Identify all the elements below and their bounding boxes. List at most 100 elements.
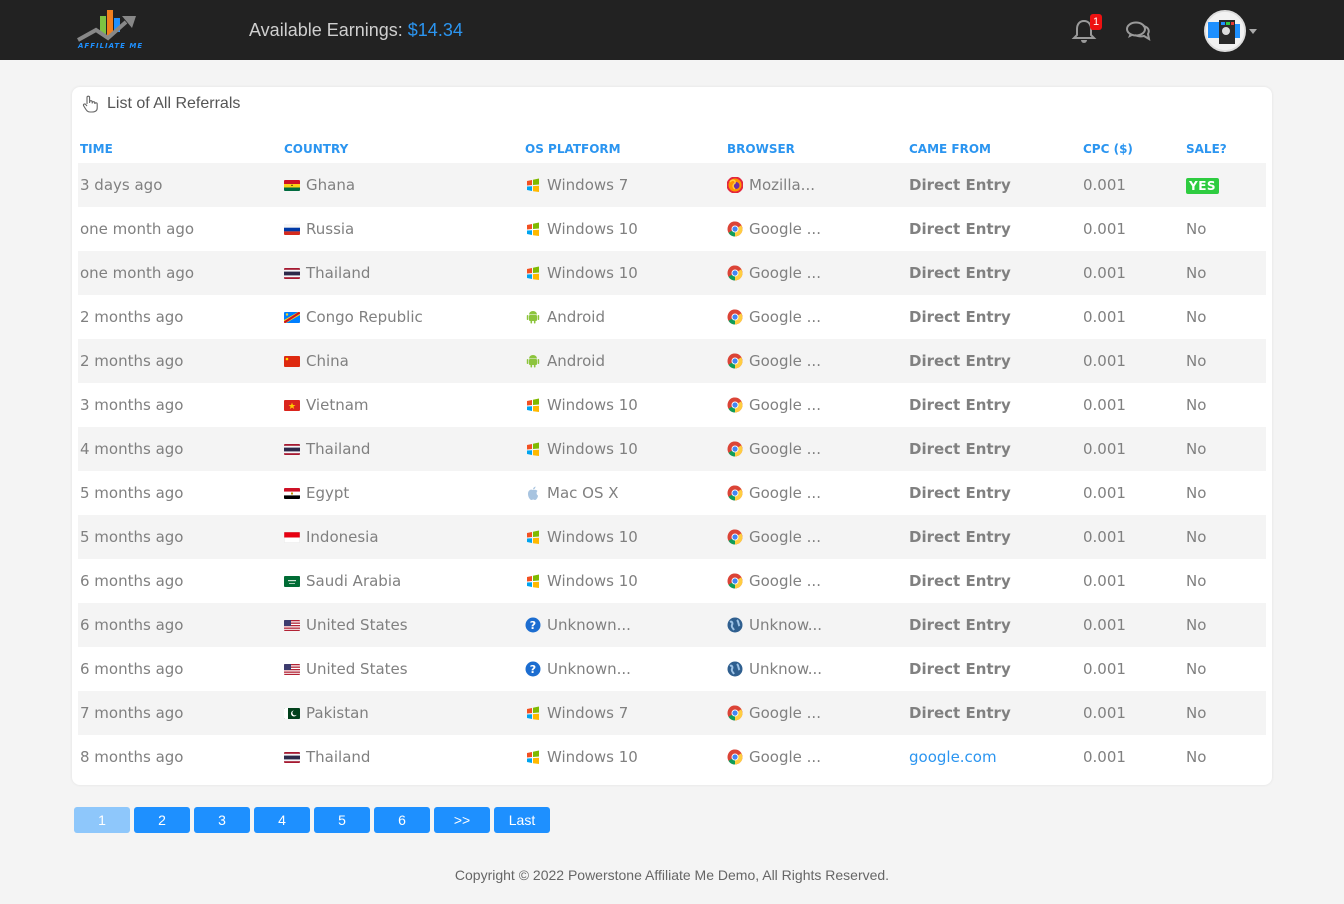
- os-name: Windows 10: [547, 396, 638, 414]
- country-wrap: Indonesia: [284, 528, 521, 546]
- page-2-button[interactable]: 2: [134, 807, 190, 833]
- country-cell: Ghana: [282, 163, 523, 207]
- browser-wrap: Google ...: [727, 396, 905, 414]
- table-row[interactable]: 5 months ago Indonesia Windows 10 Google ..…: [78, 515, 1266, 559]
- browser-name: Google ...: [749, 440, 821, 458]
- os-cell: Windows 10: [523, 427, 725, 471]
- country-wrap: Thailand: [284, 748, 521, 766]
- time-text: 4 months ago: [80, 440, 184, 458]
- came-from-cell: Direct Entry: [907, 339, 1081, 383]
- table-row[interactable]: 7 months ago Pakistan Windows 7 Google ... D…: [78, 691, 1266, 735]
- browser-name: Google ...: [749, 396, 821, 414]
- browser-cell: Google ...: [725, 471, 907, 515]
- cpc-cell: 0.001: [1081, 559, 1184, 603]
- earnings-label: Available Earnings:: [249, 20, 403, 40]
- country-wrap: Ghana: [284, 176, 521, 194]
- country-cell: United States: [282, 647, 523, 691]
- table-row[interactable]: 5 months ago Egypt Mac OS X Google ... Direc…: [78, 471, 1266, 515]
- browser-wrap: Google ...: [727, 748, 905, 766]
- time-text: 6 months ago: [80, 616, 184, 634]
- cpc-value: 0.001: [1083, 220, 1126, 238]
- column-header-country[interactable]: COUNTRY: [282, 134, 523, 163]
- time-cell: 3 months ago: [78, 383, 282, 427]
- browser-cell: Google ...: [725, 207, 907, 251]
- came-from-cell: Direct Entry: [907, 471, 1081, 515]
- browser-name: Google ...: [749, 484, 821, 502]
- column-header-browser[interactable]: BROWSER: [725, 134, 907, 163]
- table-row[interactable]: 6 months ago United States? Unknown... Unk…: [78, 647, 1266, 691]
- sale-status: No: [1186, 572, 1207, 590]
- column-header-cpc[interactable]: CPC ($): [1081, 134, 1184, 163]
- table-row[interactable]: 3 months ago Vietnam Windows 10 Google ... D…: [78, 383, 1266, 427]
- user-avatar[interactable]: [1204, 10, 1246, 52]
- caret-down-icon[interactable]: [1249, 29, 1257, 34]
- os-name: Windows 10: [547, 528, 638, 546]
- os-wrap: Windows 10: [525, 440, 723, 458]
- table-body: 3 days ago Ghana Windows 7 Mozilla... Direct…: [78, 163, 1266, 779]
- table-row[interactable]: 6 months ago Saudi Arabia Windows 10 Google…: [78, 559, 1266, 603]
- country-wrap: Russia: [284, 220, 521, 238]
- cpc-cell: 0.001: [1081, 691, 1184, 735]
- browser-wrap: Google ...: [727, 572, 905, 590]
- country-cell: China: [282, 339, 523, 383]
- time-cell: 2 months ago: [78, 339, 282, 383]
- column-header-time[interactable]: TIME: [78, 134, 282, 163]
- table-row[interactable]: 2 months ago Congo Republic Android Google …: [78, 295, 1266, 339]
- os-wrap: Android: [525, 352, 723, 370]
- column-header-sale[interactable]: SALE?: [1184, 134, 1266, 163]
- table-row[interactable]: one month ago Thailand Windows 10 Google ..…: [78, 251, 1266, 295]
- svg-text:?: ?: [530, 619, 536, 632]
- sale-cell: No: [1184, 295, 1266, 339]
- messages-button[interactable]: [1125, 18, 1151, 44]
- footer-copyright: Copyright © 2022 Powerstone Affiliate Me…: [454, 867, 890, 883]
- os-cell: ? Unknown...: [523, 647, 725, 691]
- sale-cell: No: [1184, 603, 1266, 647]
- table-row[interactable]: 4 months ago Thailand Windows 10 Google ...…: [78, 427, 1266, 471]
- table-row[interactable]: one month ago Russia Windows 10 Google ... D…: [78, 207, 1266, 251]
- table-row[interactable]: 8 months ago Thailand Windows 10 Google ...…: [78, 735, 1266, 779]
- os-name: Unknown...: [547, 660, 631, 678]
- logo[interactable]: AFFILIATE ME: [76, 8, 144, 52]
- os-wrap: Windows 10: [525, 396, 723, 414]
- table-row[interactable]: 3 days ago Ghana Windows 7 Mozilla... Direct…: [78, 163, 1266, 207]
- time-cell: 6 months ago: [78, 647, 282, 691]
- next-page-button[interactable]: >>: [434, 807, 490, 833]
- os-wrap: Windows 10: [525, 748, 723, 766]
- referrer-link[interactable]: google.com: [909, 748, 997, 766]
- browser-name: Google ...: [749, 220, 821, 238]
- windows-icon: [525, 529, 541, 545]
- browser-cell: Google ...: [725, 339, 907, 383]
- sale-cell: No: [1184, 427, 1266, 471]
- page-1-button[interactable]: 1: [74, 807, 130, 833]
- os-name: Android: [547, 308, 605, 326]
- sale-status: No: [1186, 352, 1207, 370]
- browser-wrap: Unknow...: [727, 660, 905, 678]
- column-header-os-platform[interactable]: OS PLATFORM: [523, 134, 725, 163]
- cpc-value: 0.001: [1083, 396, 1126, 414]
- svg-text:?: ?: [530, 663, 536, 676]
- country-wrap: United States: [284, 660, 521, 678]
- sale-status: No: [1186, 220, 1207, 238]
- os-wrap: Windows 7: [525, 704, 723, 722]
- came-from-cell: google.com: [907, 735, 1081, 779]
- time-cell: 4 months ago: [78, 427, 282, 471]
- page-6-button[interactable]: 6: [374, 807, 430, 833]
- last-page-button[interactable]: Last: [494, 807, 550, 833]
- came-from-text: Direct Entry: [909, 528, 1011, 546]
- page-5-button[interactable]: 5: [314, 807, 370, 833]
- cpc-cell: 0.001: [1081, 471, 1184, 515]
- cpc-cell: 0.001: [1081, 603, 1184, 647]
- windows-icon: [525, 441, 541, 457]
- time-text: 3 months ago: [80, 396, 184, 414]
- chrome-icon: [727, 265, 743, 281]
- browser-name: Google ...: [749, 264, 821, 282]
- country-cell: United States: [282, 603, 523, 647]
- os-cell: Android: [523, 295, 725, 339]
- os-cell: Windows 10: [523, 559, 725, 603]
- page-3-button[interactable]: 3: [194, 807, 250, 833]
- column-header-came-from[interactable]: CAME FROM: [907, 134, 1081, 163]
- table-row[interactable]: 6 months ago United States? Unknown... Unk…: [78, 603, 1266, 647]
- page-4-button[interactable]: 4: [254, 807, 310, 833]
- came-from-cell: Direct Entry: [907, 515, 1081, 559]
- table-row[interactable]: 2 months ago China Android Google ... Direct…: [78, 339, 1266, 383]
